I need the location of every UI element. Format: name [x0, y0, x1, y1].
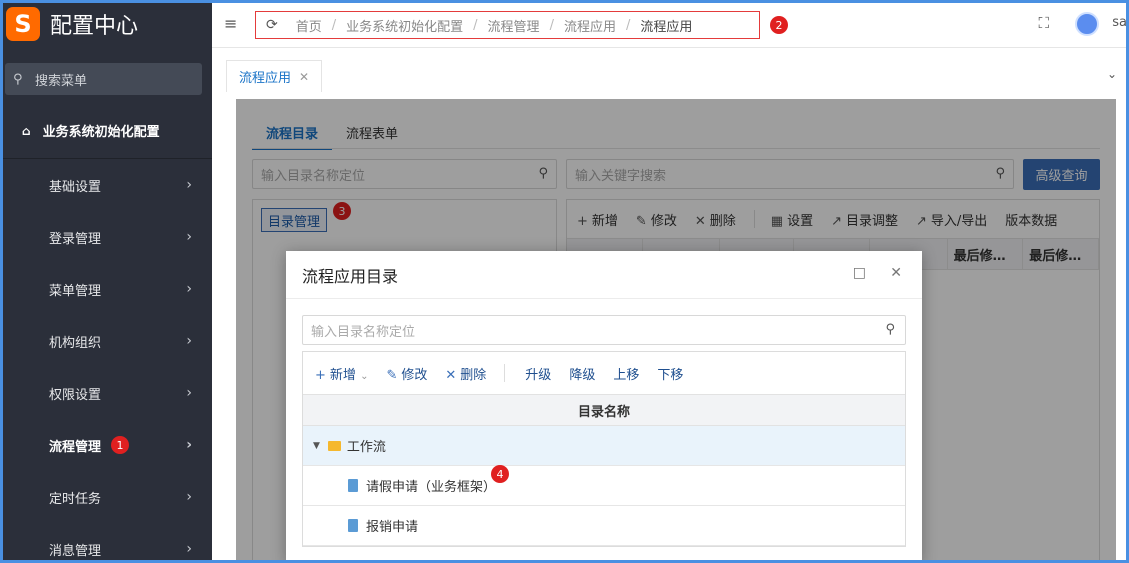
sidebar-item-label: 机构组织: [49, 335, 102, 351]
chevron-right-icon: ›: [186, 177, 192, 193]
dialog-toolbar: + 新增 ⌄ ✎ 修改 ✕ 删除 升级 降级 上移 下移: [303, 352, 905, 394]
add-button[interactable]: + 新增 ⌄: [315, 364, 368, 383]
sidebar: S 配置中心 ⚲ 搜索菜单 ⌂ 业务系统初始化配置 基础设置 › 登录管理 › 菜单…: [0, 0, 212, 563]
chevron-right-icon: ›: [186, 385, 192, 401]
sidebar-item-schedule[interactable]: 定时任务 ›: [0, 471, 212, 523]
menu-root-label: 业务系统初始化配置: [42, 125, 160, 140]
breadcrumb: ⟳ 首页 / 业务系统初始化配置 / 流程管理 / 流程应用 / 流程应用: [255, 11, 760, 39]
tab-bar: 流程应用 ✕ ⌄: [212, 55, 1129, 95]
annotation-badge: 1: [111, 436, 130, 454]
chevron-right-icon: ›: [186, 541, 192, 557]
breadcrumb-item[interactable]: 首页: [296, 16, 322, 35]
demote-button[interactable]: 降级: [569, 364, 595, 383]
sidebar-item-label: 登录管理: [49, 231, 102, 247]
document-icon: [348, 519, 358, 532]
avatar[interactable]: [1075, 12, 1099, 36]
chevron-down-icon: ⌄: [360, 370, 369, 382]
menu-search-placeholder: 搜索菜单: [35, 73, 88, 89]
menu-search-input[interactable]: ⚲ 搜索菜单: [5, 63, 202, 95]
chevron-right-icon: ›: [186, 229, 192, 245]
chevron-down-icon[interactable]: ⌄: [1101, 63, 1123, 85]
chevron-right-icon: ›: [186, 281, 192, 297]
chevron-right-icon: ›: [186, 489, 192, 505]
dialog-search-placeholder: 输入目录名称定位: [311, 324, 416, 340]
sidebar-item-label: 菜单管理: [49, 283, 102, 299]
dialog-body: 输入目录名称定位 ⚲ + 新增 ⌄ ✎ 修改 ✕ 删除 升级 降级 上移 下移 目录名…: [302, 315, 906, 547]
fullscreen-icon[interactable]: ⛶: [1038, 14, 1049, 32]
tree-row[interactable]: ▼ 工作流: [303, 426, 905, 466]
maximize-icon[interactable]: □: [853, 265, 866, 281]
sidebar-item-workflow[interactable]: 流程管理 1 ›: [0, 419, 212, 471]
sidebar-item-label: 权限设置: [49, 387, 102, 403]
annotation-badge: 4: [491, 465, 509, 483]
refresh-icon[interactable]: ⟳: [266, 17, 278, 33]
username[interactable]: sa: [1112, 15, 1127, 30]
breadcrumb-current: 流程应用: [640, 19, 693, 35]
sidebar-item-label: 消息管理: [49, 543, 102, 559]
edit-button[interactable]: ✎ 修改: [386, 364, 427, 383]
folder-icon: [327, 440, 341, 451]
tree-row[interactable]: 请假申请（业务框架） 4: [303, 465, 905, 506]
dialog-header: 流程应用目录 □ ✕: [286, 251, 922, 299]
edit-icon: ✎: [386, 367, 398, 383]
app-logo: S 配置中心: [0, 0, 212, 48]
search-icon: ⚲: [13, 71, 23, 87]
chevron-right-icon: ›: [186, 437, 192, 453]
column-header[interactable]: 目录名称: [303, 394, 905, 426]
breadcrumb-item[interactable]: 业务系统初始化配置: [346, 16, 463, 35]
sidebar-item-label: 定时任务: [49, 491, 102, 507]
sidebar-item-org[interactable]: 机构组织 ›: [0, 315, 212, 367]
expand-caret-icon[interactable]: ▼: [313, 441, 320, 451]
sidebar-item-message[interactable]: 消息管理 ›: [0, 523, 212, 563]
sidebar-item-label: 基础设置: [49, 179, 102, 195]
directory-dialog: 流程应用目录 □ ✕ 输入目录名称定位 ⚲ + 新增 ⌄ ✎ 修改 ✕ 删除 升级 降…: [286, 251, 922, 563]
sidebar-item-menu[interactable]: 菜单管理 ›: [0, 263, 212, 315]
move-up-button[interactable]: 上移: [613, 364, 639, 383]
tab-label: 流程应用: [239, 71, 292, 86]
sidebar-item-basic[interactable]: 基础设置 ›: [0, 159, 212, 211]
tab-workflow-app[interactable]: 流程应用 ✕: [226, 60, 323, 92]
sidebar-item-login[interactable]: 登录管理 ›: [0, 211, 212, 263]
sidebar-item-permission[interactable]: 权限设置 ›: [0, 367, 212, 419]
close-icon[interactable]: ✕: [299, 70, 309, 84]
search-icon[interactable]: ⚲: [885, 322, 895, 337]
tree-row-label: 报销申请: [366, 520, 419, 535]
dialog-title: 流程应用目录: [302, 266, 399, 286]
app-title: 配置中心: [50, 14, 139, 39]
home-icon: ⌂: [22, 123, 31, 138]
delete-button[interactable]: ✕ 删除: [445, 364, 486, 383]
close-icon: ✕: [445, 367, 457, 383]
collapse-menu-icon[interactable]: ≡: [224, 14, 237, 33]
annotation-badge: 2: [770, 16, 788, 34]
menu-root-item[interactable]: ⌂ 业务系统初始化配置: [0, 103, 212, 159]
directory-tree-grid: + 新增 ⌄ ✎ 修改 ✕ 删除 升级 降级 上移 下移 目录名称 ▼ 工作流 请假申…: [302, 351, 906, 547]
sidebar-item-label: 流程管理: [49, 439, 102, 455]
breadcrumb-item[interactable]: 流程应用: [564, 16, 616, 35]
tree-row[interactable]: 报销申请: [303, 506, 905, 546]
breadcrumb-item[interactable]: 流程管理: [488, 16, 540, 35]
logo-mark-icon: S: [6, 7, 40, 41]
plus-icon: +: [315, 367, 326, 383]
close-icon[interactable]: ✕: [890, 265, 902, 281]
chevron-right-icon: ›: [186, 333, 192, 349]
document-icon: [348, 479, 358, 492]
tree-row-label: 请假申请（业务框架）: [366, 480, 497, 495]
top-header: ≡ ⟳ 首页 / 业务系统初始化配置 / 流程管理 / 流程应用 / 流程应用 …: [212, 0, 1129, 48]
dialog-search-input[interactable]: 输入目录名称定位 ⚲: [302, 315, 906, 345]
move-down-button[interactable]: 下移: [657, 364, 683, 383]
promote-button[interactable]: 升级: [525, 364, 551, 383]
tree-row-label: 工作流: [346, 440, 386, 455]
